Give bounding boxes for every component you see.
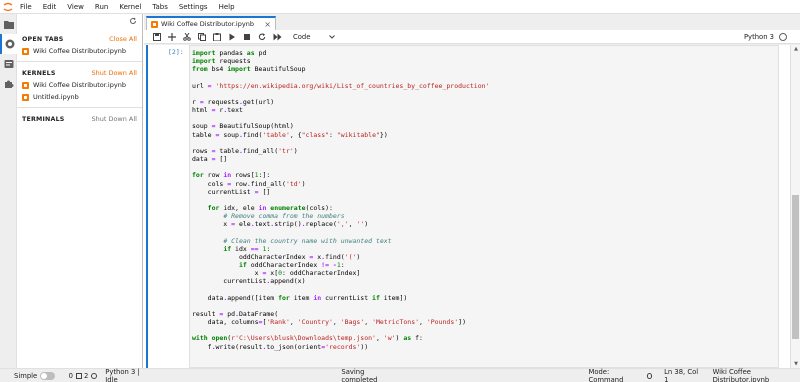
kernels-count-value: 2 <box>83 371 89 380</box>
restart-icon <box>258 32 266 40</box>
extension-icon <box>4 80 13 88</box>
notebook-panel: [2]: import pandas as pd import requests… <box>144 45 800 368</box>
section-title: KERNELS <box>22 69 56 77</box>
copy-button[interactable] <box>195 31 209 43</box>
kernel-status-icon <box>779 32 787 41</box>
kernels-count[interactable]: 2 <box>84 372 99 380</box>
file-browser-tab[interactable] <box>0 14 17 34</box>
menu-view[interactable]: View <box>67 3 84 11</box>
commands-tab[interactable] <box>0 54 17 74</box>
running-icon <box>5 39 14 49</box>
scroll-up-icon[interactable]: ▲ <box>791 45 800 53</box>
list-item-label: Wiki Coffee Distributor.ipynb <box>33 81 126 89</box>
save-button[interactable] <box>150 31 164 43</box>
code-cell[interactable]: [2]: import pandas as pd import requests… <box>144 45 786 368</box>
section-title: OPEN TABS <box>22 35 64 43</box>
terminals-count-value: 0 <box>68 371 73 380</box>
terminal-icon <box>75 372 82 379</box>
refresh-icon[interactable] <box>129 17 137 25</box>
scrollbar-thumb[interactable] <box>792 195 799 339</box>
terminals-header: TERMINALS Shut Down All <box>17 113 142 125</box>
close-icon[interactable]: × <box>264 20 271 29</box>
notebook-toolbar: Code Python 3 <box>144 30 800 44</box>
list-item-label: Untitled.ipynb <box>33 93 79 101</box>
open-tabs-header: OPEN TABS Close All <box>17 33 142 45</box>
menu-file[interactable]: File <box>20 3 32 11</box>
interrupt-button[interactable] <box>240 31 254 43</box>
extensions-tab[interactable] <box>0 74 17 94</box>
menu-tabs[interactable]: Tabs <box>152 3 168 11</box>
restart-run-all-button[interactable] <box>270 31 284 43</box>
stop-icon <box>244 33 250 40</box>
simple-mode-label: Simple <box>14 371 38 380</box>
palette-icon <box>4 60 13 68</box>
paste-icon <box>213 32 221 41</box>
list-item-label: Wiki Coffee Distributor.ipynb <box>33 47 126 55</box>
code-editor[interactable]: import pandas as pd import requests from… <box>189 45 779 368</box>
menu-settings[interactable]: Settings <box>179 3 208 11</box>
running-panel: OPEN TABS Close All Wiki Coffee Distribu… <box>17 14 143 368</box>
save-icon <box>153 32 161 41</box>
menu-help[interactable]: Help <box>219 3 235 11</box>
current-file: Wiki Coffee Distributor.ipynb <box>712 367 770 382</box>
cell-prompt: [2]: <box>168 48 184 56</box>
running-tab[interactable] <box>0 34 17 54</box>
kernel-name[interactable]: Python 3 <box>744 33 774 41</box>
cut-icon <box>183 32 191 41</box>
cell-type-value: Code <box>293 32 311 41</box>
cursor-position[interactable]: Ln 38, Col 1 <box>664 368 700 382</box>
chevron-down-icon <box>329 34 335 39</box>
restart-button[interactable] <box>255 31 269 43</box>
notebook-scrollbar[interactable]: ▲ ▼ <box>790 45 800 368</box>
list-item[interactable]: Wiki Coffee Distributor.ipynb <box>17 79 142 91</box>
notebook-icon <box>22 81 29 89</box>
fast-forward-icon <box>273 33 281 40</box>
add-icon <box>168 32 176 41</box>
tab-notebook[interactable]: Wiki Coffee Distributor.ipynb × <box>146 16 276 30</box>
close-all-button[interactable]: Close All <box>109 35 137 43</box>
add-cell-button[interactable] <box>165 31 179 43</box>
list-item[interactable]: Wiki Coffee Distributor.ipynb <box>17 45 142 57</box>
kernel-icon <box>91 372 98 379</box>
tab-bar: Wiki Coffee Distributor.ipynb × <box>144 14 800 30</box>
cut-button[interactable] <box>180 31 194 43</box>
shutdown-all-kernels-button[interactable]: Shut Down All <box>91 69 137 77</box>
folder-icon <box>3 20 14 29</box>
simple-mode-toggle[interactable] <box>40 371 55 380</box>
paste-button[interactable] <box>210 31 224 43</box>
notebook-icon <box>22 47 29 55</box>
menu-kernel[interactable]: Kernel <box>119 3 141 11</box>
run-icon <box>229 33 235 40</box>
notebook-icon <box>22 93 29 101</box>
status-bar: Simple 0 2 Python 3 | Idle Saving comple… <box>0 368 800 382</box>
shutdown-all-terminals-button[interactable]: Shut Down All <box>91 115 137 123</box>
menu-run[interactable]: Run <box>95 3 108 11</box>
menu-edit[interactable]: Edit <box>43 3 57 11</box>
activity-bar <box>0 14 17 368</box>
trusted-icon <box>646 372 653 379</box>
terminals-count[interactable]: 0 <box>69 372 84 380</box>
kernels-header: KERNELS Shut Down All <box>17 67 142 79</box>
cell-collapser[interactable] <box>146 45 148 368</box>
kernel-state[interactable]: Python 3 | Idle <box>105 368 149 382</box>
divider <box>17 107 142 108</box>
menu-bar: File Edit View Run Kernel Tabs Settings … <box>0 0 800 14</box>
save-state: Saving completed <box>341 367 378 382</box>
copy-icon <box>198 32 206 41</box>
divider <box>17 61 142 62</box>
run-button[interactable] <box>225 31 239 43</box>
code-text: import pandas as pd import requests from… <box>192 49 490 351</box>
cell-type-select[interactable]: Code <box>293 33 335 41</box>
main-area: Wiki Coffee Distributor.ipynb × Code Pyt… <box>144 14 800 368</box>
tab-label: Wiki Coffee Distributor.ipynb <box>161 20 254 28</box>
jupyter-logo <box>1 0 15 14</box>
list-item[interactable]: Untitled.ipynb <box>17 91 142 103</box>
notebook-icon <box>151 20 158 28</box>
notebook-mode: Mode: Command <box>588 367 624 382</box>
section-title: TERMINALS <box>22 115 65 123</box>
